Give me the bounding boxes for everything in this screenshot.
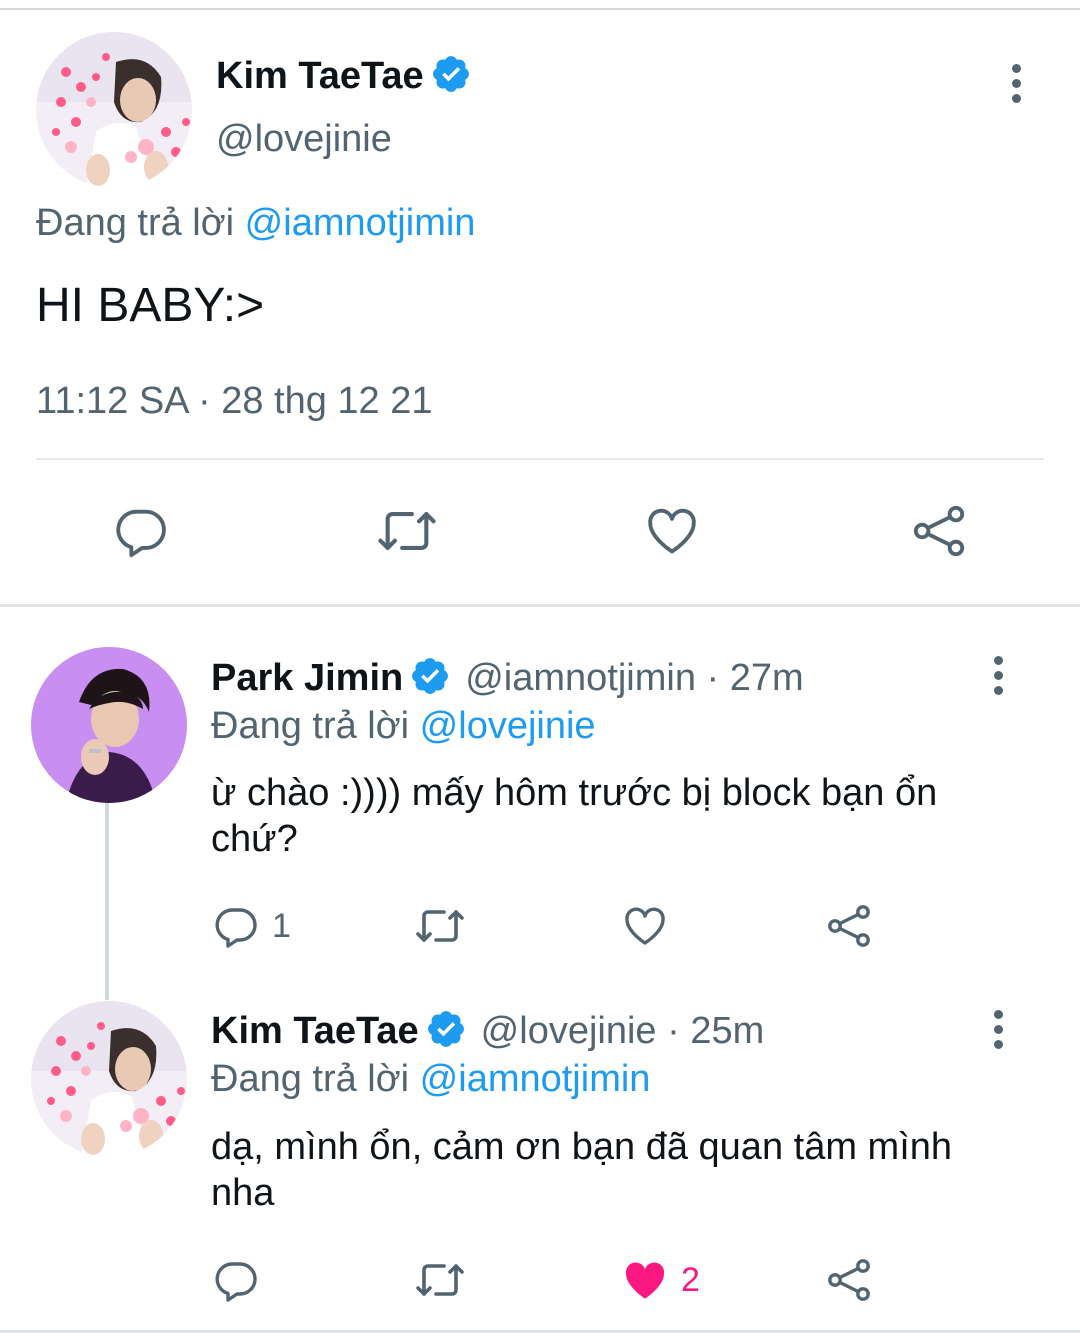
- like-button[interactable]: [621, 902, 669, 950]
- like-count: 2: [681, 1260, 700, 1299]
- verified-badge-icon: [425, 1008, 467, 1055]
- share-button[interactable]: [825, 1256, 873, 1304]
- more-options-icon[interactable]: [978, 650, 1018, 700]
- retweet-button[interactable]: [413, 1256, 467, 1304]
- tweet-text: HI BABY:>: [36, 279, 265, 332]
- share-icon: [828, 905, 870, 947]
- author-name[interactable]: Park Jimin: [211, 657, 403, 700]
- retweet-icon: [416, 1264, 464, 1296]
- tweet-text: ừ chào :)))) mấy hôm trước bị block bạn …: [211, 772, 938, 860]
- replying-to-label: Đang trả lời: [211, 705, 410, 747]
- tweet-text: dạ, mình ổn, cảm ơn bạn đã quan tâm mình…: [211, 1126, 953, 1214]
- share-button[interactable]: [910, 502, 968, 560]
- replying-to-link[interactable]: @lovejinie: [420, 705, 596, 747]
- section-divider: [0, 604, 1080, 607]
- like-icon: [625, 907, 665, 945]
- retweet-icon: [378, 512, 436, 550]
- author-handle[interactable]: @lovejinie: [216, 118, 392, 161]
- share-icon: [828, 1259, 870, 1301]
- replying-to-label: Đang trả lời: [36, 202, 235, 244]
- share-icon: [913, 505, 965, 557]
- reply-icon: [215, 908, 257, 948]
- more-options-icon[interactable]: [978, 1004, 1018, 1054]
- reply-button[interactable]: [112, 502, 170, 560]
- author-handle-time[interactable]: @lovejinie · 25m: [481, 1010, 765, 1053]
- reply-button[interactable]: [212, 1256, 260, 1304]
- author-handle-time[interactable]: @iamnotjimin · 27m: [465, 657, 803, 700]
- thread-connector: [105, 803, 109, 1000]
- reply-button[interactable]: 1: [212, 902, 291, 950]
- replying-to-label: Đang trả lời: [211, 1058, 410, 1100]
- reply-icon: [116, 509, 166, 558]
- verified-badge-icon: [430, 53, 472, 100]
- avatar[interactable]: [36, 32, 192, 188]
- tweet-timestamp[interactable]: 11:12 SA · 28 thg 12 21: [36, 380, 433, 423]
- retweet-button[interactable]: [375, 502, 439, 560]
- author-name[interactable]: Kim TaeTae: [211, 1010, 419, 1053]
- more-options-icon[interactable]: [996, 58, 1036, 108]
- like-button[interactable]: 2: [621, 1256, 700, 1304]
- like-icon: [648, 508, 696, 554]
- verified-badge-icon: [409, 655, 451, 702]
- retweet-icon: [416, 910, 464, 942]
- author-name[interactable]: Kim TaeTae: [216, 55, 424, 98]
- divider: [36, 458, 1044, 460]
- share-button[interactable]: [825, 902, 873, 950]
- top-border: [0, 8, 1080, 10]
- reply-icon: [215, 1262, 257, 1302]
- like-button[interactable]: [643, 502, 701, 560]
- avatar[interactable]: [31, 647, 187, 803]
- avatar[interactable]: [31, 1001, 187, 1157]
- retweet-button[interactable]: [413, 902, 467, 950]
- replying-to-link[interactable]: @iamnotjimin: [245, 202, 476, 244]
- replying-to-link[interactable]: @iamnotjimin: [420, 1058, 651, 1100]
- like-filled-icon: [625, 1262, 665, 1299]
- reply-count: 1: [272, 906, 291, 945]
